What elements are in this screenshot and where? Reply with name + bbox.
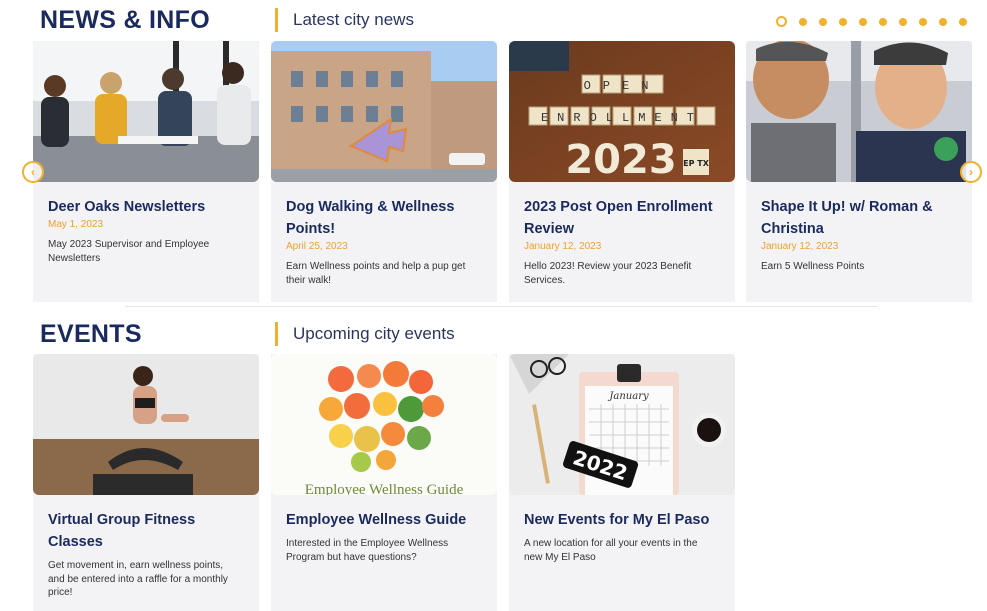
carousel-dot-5[interactable] [859, 17, 867, 26]
svg-text:ENROLLMENT: ENROLLMENT [541, 111, 703, 125]
news-card[interactable]: Deer Oaks Newsletters May 1, 2023 May 20… [33, 41, 259, 302]
carousel-dot-1[interactable] [776, 16, 787, 27]
event-card-image[interactable] [33, 354, 259, 495]
news-card-title[interactable]: Shape It Up! w/ Roman & Christina [761, 196, 957, 240]
news-card-date: January 12, 2023 [761, 241, 839, 252]
svg-text:OPEN: OPEN [584, 79, 661, 93]
event-card[interactable]: January 2022 New Events for My El Paso A… [509, 354, 735, 611]
event-card-image[interactable]: Employee Wellness Guide [271, 354, 497, 495]
carousel-dot-2[interactable] [799, 17, 807, 26]
section-divider [275, 322, 278, 346]
events-section-title: EVENTS [40, 320, 142, 348]
svg-text:2023: 2023 [565, 137, 676, 182]
carousel-dot-10[interactable] [959, 17, 967, 26]
news-section-title: NEWS & INFO [40, 6, 210, 34]
news-card-description: Hello 2023! Review your 2023 Benefit Ser… [524, 261, 692, 286]
event-card-description: Interested in the Employee Wellness Prog… [286, 538, 449, 563]
carousel-pagination [776, 16, 967, 27]
carousel-dot-7[interactable] [899, 17, 907, 26]
news-card-date: April 25, 2023 [286, 241, 348, 252]
news-card-image[interactable]: OPEN ENROLLMENT 2023 EP TX [509, 41, 735, 182]
news-section-subtitle: Latest city news [293, 10, 414, 29]
section-divider [275, 8, 278, 32]
event-card[interactable]: Employee Wellness Guide Employee Wellnes… [271, 354, 497, 611]
news-card-date: May 1, 2023 [48, 219, 104, 230]
news-card-image[interactable] [33, 41, 259, 182]
carousel-dot-4[interactable] [839, 17, 847, 26]
svg-text:EP TX: EP TX [683, 159, 710, 168]
news-card-title[interactable]: Dog Walking & Wellness Points! [286, 196, 482, 240]
news-card-image[interactable] [746, 41, 972, 182]
carousel-dot-8[interactable] [919, 17, 927, 26]
svg-text:January: January [607, 391, 649, 402]
news-card-image[interactable] [271, 41, 497, 182]
event-card[interactable]: Virtual Group Fitness Classes Get moveme… [33, 354, 259, 611]
news-card[interactable]: OPEN ENROLLMENT 2023 EP TX 2023 Post Ope… [509, 41, 735, 302]
news-section-header: NEWS & INFO Latest city news [0, 4, 987, 40]
events-section-subtitle: Upcoming city events [293, 324, 455, 343]
events-section-header: EVENTS Upcoming city events [0, 318, 987, 354]
event-card-image[interactable]: January 2022 [509, 354, 735, 495]
news-card-description: Earn 5 Wellness Points [761, 261, 865, 272]
section-separator [125, 306, 877, 307]
news-card-date: January 12, 2023 [524, 241, 602, 252]
carousel-dot-9[interactable] [939, 17, 947, 26]
carousel-dot-6[interactable] [879, 17, 887, 26]
chevron-right-icon: › [969, 165, 973, 179]
news-card[interactable]: Dog Walking & Wellness Points! April 25,… [271, 41, 497, 302]
news-card-description: May 2023 Supervisor and Employee Newslet… [48, 239, 210, 264]
event-card-description: A new location for all your events in th… [524, 538, 698, 563]
event-card-title[interactable]: Employee Wellness Guide [286, 509, 482, 531]
news-card-title[interactable]: Deer Oaks Newsletters [48, 196, 244, 218]
event-card-title[interactable]: Virtual Group Fitness Classes [48, 509, 244, 553]
svg-text:Employee Wellness Guide: Employee Wellness Guide [305, 482, 464, 495]
event-card-description: Get movement in, earn wellness points, a… [48, 560, 228, 598]
news-card[interactable]: Shape It Up! w/ Roman & Christina Januar… [746, 41, 972, 302]
chevron-left-icon: ‹ [31, 165, 35, 179]
carousel-prev-button[interactable]: ‹ [22, 161, 44, 183]
event-card-title[interactable]: New Events for My El Paso [524, 509, 720, 531]
news-card-title[interactable]: 2023 Post Open Enrollment Review [524, 196, 720, 240]
carousel-next-button[interactable]: › [960, 161, 982, 183]
carousel-dot-3[interactable] [819, 17, 827, 26]
news-card-description: Earn Wellness points and help a pup get … [286, 261, 466, 286]
